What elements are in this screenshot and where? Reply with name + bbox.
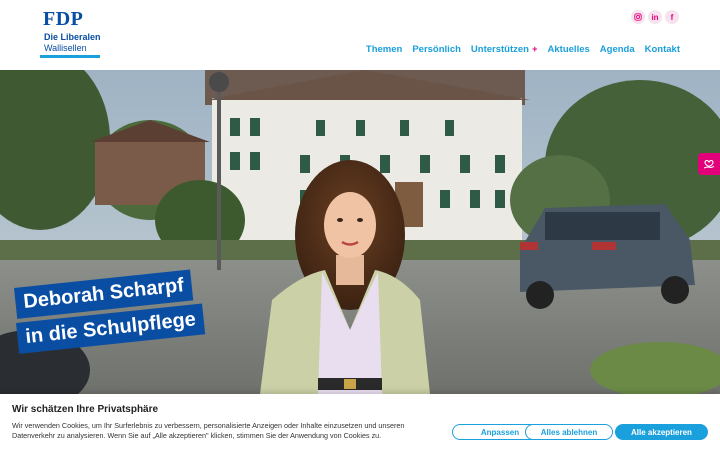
site-header: FDP Die Liberalen Wallisellen in f Theme…: [0, 0, 720, 70]
facebook-icon[interactable]: f: [665, 10, 679, 24]
nav-kontakt[interactable]: Kontakt: [645, 44, 680, 55]
linkedin-icon[interactable]: in: [648, 10, 662, 24]
facebook-label: f: [670, 12, 674, 22]
linkedin-label: in: [651, 12, 659, 22]
accept-all-button[interactable]: Alle akzeptieren: [615, 424, 708, 440]
nav-themen[interactable]: Themen: [366, 44, 402, 55]
nav-aktuelles[interactable]: Aktuelles: [548, 44, 590, 55]
logo-underline: [40, 55, 100, 58]
cookie-banner: Wir schätzen Ihre Privatsphäre Wir verwe…: [0, 394, 720, 450]
hero-photo: [0, 70, 720, 394]
logo-brand: FDP: [43, 8, 84, 30]
reject-all-button[interactable]: Alles ablehnen: [525, 424, 613, 440]
heart-hand-icon[interactable]: [698, 153, 720, 175]
plus-icon: +: [531, 44, 538, 55]
nav-unterstuetzen-label: Unterstützen: [470, 44, 529, 55]
nav-persoenlich[interactable]: Persönlich: [412, 44, 461, 55]
logo-line1: Die Liberalen: [44, 32, 101, 42]
cookie-title: Wir schätzen Ihre Privatsphäre: [12, 404, 159, 415]
nav-unterstuetzen[interactable]: Unterstützen +: [471, 44, 538, 55]
page: FDP Die Liberalen Wallisellen in f Theme…: [0, 0, 720, 450]
cookie-text: Wir verwenden Cookies, um Ihr Surferlebn…: [12, 421, 405, 440]
nav-agenda[interactable]: Agenda: [600, 44, 635, 55]
hero-banner: Deborah Scharpf in die Schulpflege: [0, 70, 720, 394]
fdp-logo[interactable]: FDP Die Liberalen Wallisellen: [40, 8, 102, 62]
logo-line2: Wallisellen: [44, 43, 87, 53]
instagram-icon[interactable]: [631, 10, 645, 24]
main-nav: Themen Persönlich Unterstützen + Aktuelle…: [366, 44, 680, 55]
